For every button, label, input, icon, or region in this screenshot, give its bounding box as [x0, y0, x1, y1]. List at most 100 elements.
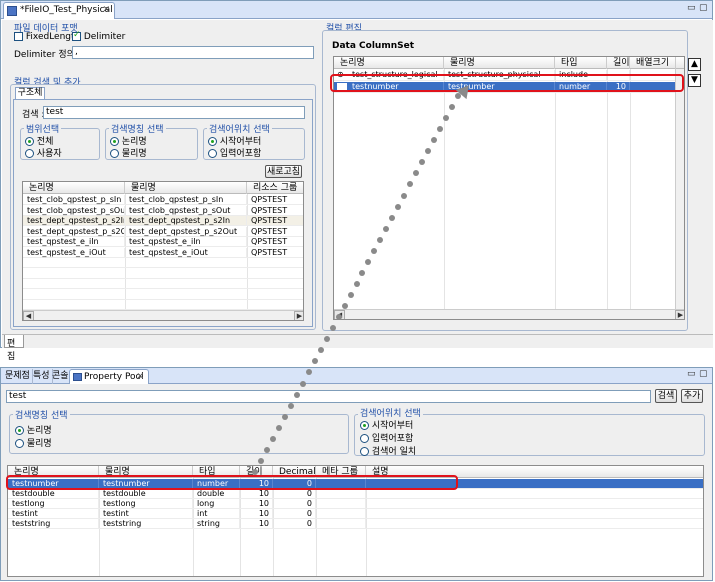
drag-path-dot — [401, 192, 408, 199]
horizontal-scrollbar[interactable]: ◀ ▶ — [23, 310, 303, 320]
move-up-button[interactable]: ▲ — [688, 58, 701, 71]
search-input[interactable]: test — [43, 106, 305, 119]
column-header[interactable]: 배열크기 — [630, 57, 676, 69]
column-header[interactable]: 리소스 그룹 — [247, 182, 303, 194]
table-cell — [316, 519, 366, 529]
editor-tab-title: *FileIO_Test_Physical — [20, 5, 113, 15]
add-button[interactable]: 추가 — [681, 389, 703, 403]
drag-path-dot — [275, 424, 282, 431]
delimiter-def-input[interactable]: , — [72, 46, 314, 59]
drag-path-dot — [347, 292, 354, 299]
range-option-user[interactable]: 사용자 — [25, 146, 62, 159]
column-set-table: 논리명 물리명 타입 길이 배열크기 ⊕ test_structure_logic… — [333, 56, 685, 320]
refresh-button[interactable]: 새로고침 — [265, 165, 302, 178]
tab-property-pool[interactable]: Property Pool ✕ — [69, 369, 149, 384]
pos-contains-radio[interactable] — [208, 149, 217, 158]
table-cell: testlong — [8, 499, 99, 509]
table-cell: testint — [99, 509, 193, 519]
pool-name-logical-radio[interactable] — [15, 426, 24, 435]
table-row[interactable]: test_clob_qpstest_p_sOut test_clob_qpstes… — [23, 205, 303, 216]
search-button[interactable]: 검색 — [655, 389, 677, 403]
column-set-header: 논리명 물리명 타입 길이 배열크기 — [334, 57, 684, 69]
table-cell: test_clob_qpstest_p_sIn — [23, 195, 125, 205]
editor-tab[interactable]: *FileIO_Test_Physical ✕ — [3, 2, 115, 19]
view-tab-bar: 문제점 특성 콘솔 Property Pool ✕ ▭ ▢ — [1, 368, 712, 384]
column-header[interactable]: 논리명 — [334, 57, 444, 69]
pool-name-option-logical[interactable]: 논리명 — [15, 423, 52, 436]
drag-path-dot — [299, 380, 306, 387]
fixed-length-box[interactable] — [14, 32, 23, 41]
table-row[interactable]: test_qpstest_e_iOut test_qpstest_e_iOut QP… — [23, 247, 303, 258]
delimiter-box[interactable] — [72, 30, 81, 41]
scroll-right-icon[interactable]: ▶ — [294, 311, 303, 320]
name-logical-radio[interactable] — [110, 137, 119, 146]
table-row[interactable]: testdouble testdouble double 10 0 — [8, 489, 703, 499]
table-row[interactable]: testint testint int 10 0 — [8, 509, 703, 519]
table-row[interactable]: test_qpstest_e_iIn test_qpstest_e_iIn QPST… — [23, 237, 303, 247]
scroll-right-icon[interactable]: ▶ — [675, 310, 684, 319]
pool-search-input[interactable]: test — [6, 390, 651, 403]
tab-structure[interactable]: 구조체 — [15, 87, 45, 99]
maximize-icon[interactable]: ▢ — [699, 3, 708, 13]
editor-window: *FileIO_Test_Physical ✕ ▭ ▢ 파일 데이터 포맷 Fi… — [0, 0, 713, 362]
column-header[interactable]: 물리명 — [125, 182, 247, 194]
name-physical-label: 물리명 — [121, 149, 147, 159]
pool-pos-option-contains[interactable]: 입력어포함 — [360, 431, 413, 444]
property-pool-icon — [73, 373, 82, 381]
table-cell: QPSTEST — [247, 237, 303, 247]
drag-path-dot — [287, 402, 294, 409]
table-row[interactable]: test_dept_qpstest_p_s2In test_dept_qpstes… — [23, 216, 303, 226]
tab-problems[interactable]: 문제점 — [3, 369, 33, 384]
column-header[interactable]: 타입 — [555, 57, 607, 69]
table-cell: testlong — [99, 499, 193, 509]
range-all-radio[interactable] — [25, 137, 34, 146]
pool-pos-option-start[interactable]: 시작어부터 — [360, 418, 413, 431]
pool-pos-exact-radio[interactable] — [360, 447, 369, 456]
name-option-physical[interactable]: 물리명 — [110, 146, 147, 159]
fixed-length-checkbox[interactable]: FixedLength — [14, 32, 80, 42]
minimize-icon[interactable]: ▭ — [687, 3, 696, 13]
pos-start-radio[interactable] — [208, 137, 217, 146]
drag-path-dot — [257, 457, 264, 464]
pos-contains-label: 입력어포함 — [219, 149, 262, 159]
table-cell — [366, 509, 703, 519]
pool-pos-contains-radio[interactable] — [360, 434, 369, 443]
table-cell: 10 — [240, 499, 273, 509]
close-icon[interactable]: ✕ — [102, 5, 110, 15]
vertical-scrollbar[interactable] — [675, 69, 684, 309]
delimiter-checkbox[interactable]: Delimiter — [72, 30, 125, 42]
drag-path-dot — [263, 446, 270, 453]
pool-name-physical-label: 물리명 — [26, 439, 52, 449]
move-down-button[interactable]: ▼ — [688, 74, 701, 87]
close-icon[interactable]: ✕ — [136, 370, 144, 384]
minimize-icon[interactable]: ▭ — [687, 369, 696, 379]
table-cell: test_qpstest_e_iIn — [23, 237, 125, 247]
pos-option-contains[interactable]: 입력어포함 — [208, 146, 261, 159]
drag-path-dot — [335, 314, 342, 321]
column-header[interactable]: 논리명 — [23, 182, 125, 194]
column-header[interactable]: 길이 — [607, 57, 630, 69]
pool-pos-start-radio[interactable] — [360, 421, 369, 430]
scroll-left-icon[interactable]: ◀ — [23, 311, 34, 320]
table-cell: test_dept_qpstest_p_s2In — [125, 216, 247, 226]
table-row[interactable]: test_dept_qpstest_p_s2Out test_dept_qpste… — [23, 226, 303, 237]
table-cell: QPSTEST — [247, 227, 303, 237]
maximize-icon[interactable]: ▢ — [699, 369, 708, 379]
table-cell: test_qpstest_e_iIn — [125, 237, 247, 247]
table-row[interactable]: test_clob_qpstest_p_sIn test_clob_qpstest… — [23, 195, 303, 205]
name-physical-radio[interactable] — [110, 149, 119, 158]
pool-name-physical-radio[interactable] — [15, 439, 24, 448]
drag-path-dot — [311, 358, 318, 365]
table-cell: test_clob_qpstest_p_sOut — [125, 205, 247, 216]
drag-path-dot — [323, 336, 330, 343]
pool-pos-option-exact[interactable]: 검색어 일치 — [360, 444, 416, 457]
table-row[interactable]: teststring teststring string 10 0 — [8, 519, 703, 529]
pool-name-option-physical[interactable]: 물리명 — [15, 436, 52, 449]
horizontal-scrollbar[interactable]: ◀ ▶ — [334, 309, 684, 319]
table-cell — [366, 489, 703, 499]
table-row[interactable]: testlong testlong long 10 0 — [8, 499, 703, 509]
range-user-radio[interactable] — [25, 149, 34, 158]
column-header[interactable]: 물리명 — [444, 57, 555, 69]
tab-edit[interactable]: 편집 — [4, 335, 24, 362]
delimiter-def-label: Delimiter 정의 : — [14, 50, 81, 60]
